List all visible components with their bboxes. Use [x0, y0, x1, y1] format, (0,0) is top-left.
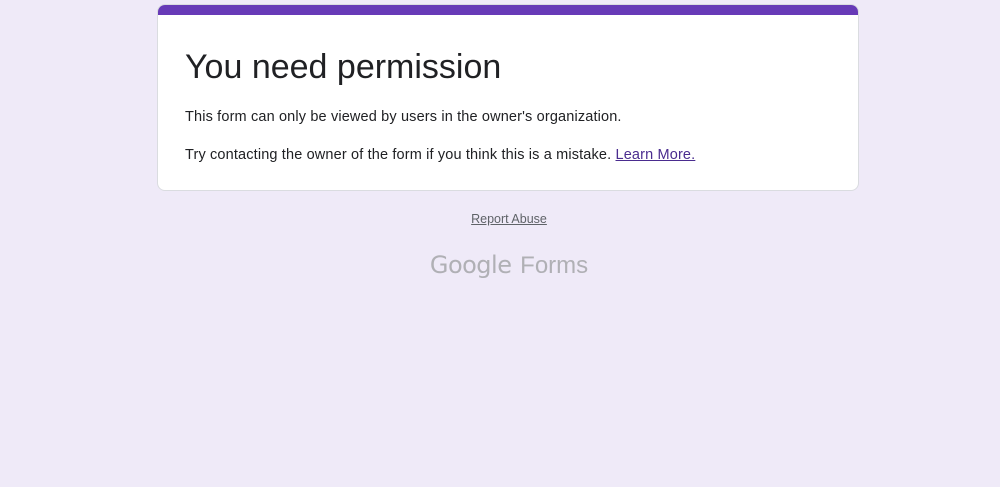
google-wordmark: Google — [429, 251, 512, 279]
contact-owner-message: Try contacting the owner of the form if … — [185, 145, 695, 165]
card-accent-bar — [158, 5, 858, 15]
forms-wordmark: Forms — [520, 252, 589, 279]
page: { "card": { "title": "You need permissio… — [0, 0, 1000, 487]
google-forms-logo[interactable]: Google Forms — [0, 250, 1000, 281]
contact-owner-text: Try contacting the owner of the form if … — [185, 147, 612, 163]
page-title: You need permission — [185, 48, 502, 86]
permission-card: You need permission This form can only b… — [157, 4, 859, 191]
permission-message: This form can only be viewed by users in… — [185, 109, 622, 125]
learn-more-link[interactable]: Learn More. — [616, 147, 696, 163]
report-abuse-link[interactable]: Report Abuse — [0, 211, 1000, 227]
